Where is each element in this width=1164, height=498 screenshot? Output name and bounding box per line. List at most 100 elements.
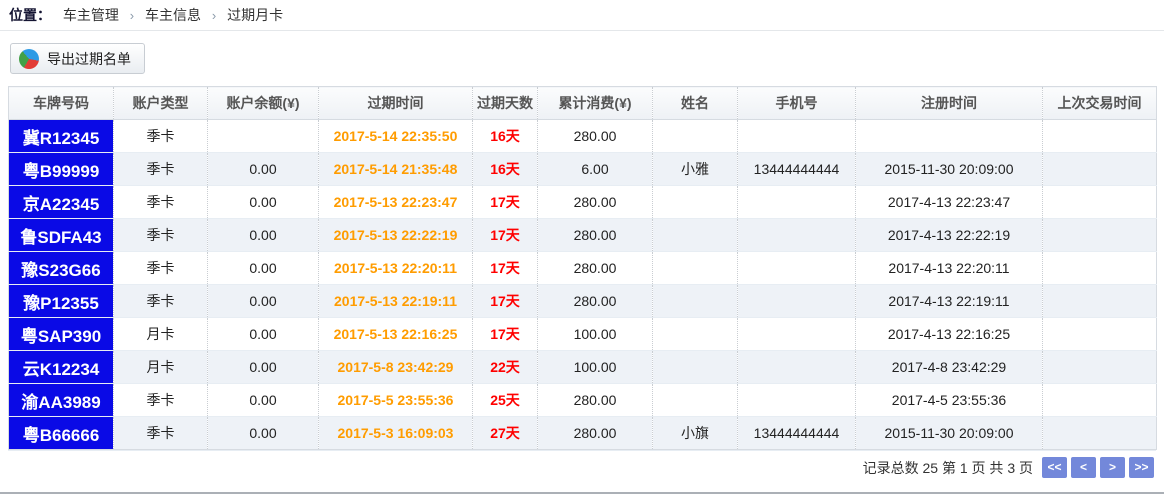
- breadcrumb-item-expired-monthly-card: 过期月卡: [227, 7, 283, 23]
- cell-expired_days: 17天: [473, 219, 538, 252]
- column-header-expired_days: 过期天数: [473, 87, 538, 120]
- cell-balance: 0.00: [208, 219, 319, 252]
- cell-balance: 0.00: [208, 351, 319, 384]
- cell-phone: [738, 252, 856, 285]
- toolbar: 导出过期名单: [0, 31, 1164, 86]
- cell-register_time: [856, 120, 1043, 153]
- cell-phone: [738, 186, 856, 219]
- cell-last_trade_time: [1043, 219, 1157, 252]
- column-header-register_time: 注册时间: [856, 87, 1043, 120]
- pagination-last-button[interactable]: >>: [1129, 457, 1154, 478]
- table-row: 粤B99999季卡0.002017-5-14 21:35:4816天6.00小雅…: [9, 153, 1157, 186]
- cell-register_time: 2017-4-13 22:20:11: [856, 252, 1043, 285]
- table-row: 渝AA3989季卡0.002017-5-5 23:55:3625天280.002…: [9, 384, 1157, 417]
- column-header-phone: 手机号: [738, 87, 856, 120]
- cell-total_spent: 280.00: [538, 252, 653, 285]
- cell-account_type: 季卡: [114, 153, 208, 186]
- cell-phone: [738, 120, 856, 153]
- cell-total_spent: 280.00: [538, 120, 653, 153]
- cell-phone: [738, 285, 856, 318]
- cell-name: 小旗: [653, 417, 738, 450]
- cell-balance: 0.00: [208, 318, 319, 351]
- column-header-account_type: 账户类型: [114, 87, 208, 120]
- cell-expire_time: 2017-5-13 22:23:47: [319, 186, 473, 219]
- cell-last_trade_time: [1043, 285, 1157, 318]
- cell-balance: 0.00: [208, 153, 319, 186]
- table-row: 京A22345季卡0.002017-5-13 22:23:4717天280.00…: [9, 186, 1157, 219]
- cell-register_time: 2017-4-8 23:42:29: [856, 351, 1043, 384]
- pie-chart-icon: [19, 49, 39, 69]
- table-row: 粤B66666季卡0.002017-5-3 16:09:0327天280.00小…: [9, 417, 1157, 450]
- cell-name: 小雅: [653, 153, 738, 186]
- breadcrumb-item-owner-info[interactable]: 车主信息: [145, 7, 201, 23]
- cell-plate[interactable]: 粤SAP390: [9, 318, 114, 351]
- cell-expire_time: 2017-5-13 22:16:25: [319, 318, 473, 351]
- cell-register_time: 2017-4-13 22:19:11: [856, 285, 1043, 318]
- cell-balance: [208, 120, 319, 153]
- chevron-right-icon: ›: [130, 8, 134, 23]
- cell-expire_time: 2017-5-14 22:35:50: [319, 120, 473, 153]
- page-bottom-divider: [0, 492, 1164, 494]
- cell-plate[interactable]: 冀R12345: [9, 120, 114, 153]
- cell-total_spent: 280.00: [538, 219, 653, 252]
- cell-name: [653, 219, 738, 252]
- table-row: 豫P12355季卡0.002017-5-13 22:19:1117天280.00…: [9, 285, 1157, 318]
- breadcrumb: 位置： 车主管理 › 车主信息 › 过期月卡: [0, 0, 1164, 31]
- cell-plate[interactable]: 渝AA3989: [9, 384, 114, 417]
- column-header-expire_time: 过期时间: [319, 87, 473, 120]
- cell-total_spent: 280.00: [538, 285, 653, 318]
- cell-plate[interactable]: 粤B99999: [9, 153, 114, 186]
- cell-expired_days: 16天: [473, 120, 538, 153]
- cell-expire_time: 2017-5-14 21:35:48: [319, 153, 473, 186]
- cell-account_type: 季卡: [114, 384, 208, 417]
- pagination-next-button[interactable]: >: [1100, 457, 1125, 478]
- cell-last_trade_time: [1043, 384, 1157, 417]
- cell-last_trade_time: [1043, 318, 1157, 351]
- cell-expired_days: 22天: [473, 351, 538, 384]
- column-header-total_spent: 累计消费(¥): [538, 87, 653, 120]
- breadcrumb-item-owner-management[interactable]: 车主管理: [63, 7, 119, 23]
- cell-plate[interactable]: 粤B66666: [9, 417, 114, 450]
- cell-balance: 0.00: [208, 417, 319, 450]
- cell-phone: 13444444444: [738, 417, 856, 450]
- pagination-summary: 记录总数 25 第 1 页 共 3 页: [863, 458, 1033, 478]
- cell-plate[interactable]: 京A22345: [9, 186, 114, 219]
- cell-expired_days: 17天: [473, 318, 538, 351]
- expired-cards-table: 车牌号码账户类型账户余额(¥)过期时间过期天数累计消费(¥)姓名手机号注册时间上…: [8, 86, 1156, 484]
- cell-total_spent: 280.00: [538, 384, 653, 417]
- pagination-bar: 记录总数 25 第 1 页 共 3 页 << < > >>: [8, 450, 1156, 484]
- column-header-last_trade_time: 上次交易时间: [1043, 87, 1157, 120]
- cell-total_spent: 100.00: [538, 318, 653, 351]
- column-header-name: 姓名: [653, 87, 738, 120]
- cell-total_spent: 280.00: [538, 417, 653, 450]
- cell-expire_time: 2017-5-13 22:22:19: [319, 219, 473, 252]
- cell-balance: 0.00: [208, 252, 319, 285]
- export-expired-list-button[interactable]: 导出过期名单: [10, 43, 145, 74]
- cell-balance: 0.00: [208, 186, 319, 219]
- table-row: 粤SAP390月卡0.002017-5-13 22:16:2517天100.00…: [9, 318, 1157, 351]
- cell-phone: [738, 384, 856, 417]
- cell-account_type: 季卡: [114, 252, 208, 285]
- pagination-prev-button[interactable]: <: [1071, 457, 1096, 478]
- cell-account_type: 季卡: [114, 285, 208, 318]
- cell-total_spent: 280.00: [538, 186, 653, 219]
- cell-expire_time: 2017-5-5 23:55:36: [319, 384, 473, 417]
- cell-plate[interactable]: 豫S23G66: [9, 252, 114, 285]
- cell-last_trade_time: [1043, 120, 1157, 153]
- cell-name: [653, 285, 738, 318]
- cell-last_trade_time: [1043, 252, 1157, 285]
- pagination-first-button[interactable]: <<: [1042, 457, 1067, 478]
- cell-balance: 0.00: [208, 285, 319, 318]
- cell-account_type: 季卡: [114, 186, 208, 219]
- cell-phone: [738, 219, 856, 252]
- cell-register_time: 2015-11-30 20:09:00: [856, 417, 1043, 450]
- table-row: 豫S23G66季卡0.002017-5-13 22:20:1117天280.00…: [9, 252, 1157, 285]
- cell-account_type: 季卡: [114, 417, 208, 450]
- cell-plate[interactable]: 豫P12355: [9, 285, 114, 318]
- cell-plate[interactable]: 云K12234: [9, 351, 114, 384]
- cell-plate[interactable]: 鲁SDFA43: [9, 219, 114, 252]
- table-row: 鲁SDFA43季卡0.002017-5-13 22:22:1917天280.00…: [9, 219, 1157, 252]
- cell-phone: 13444444444: [738, 153, 856, 186]
- cell-expired_days: 27天: [473, 417, 538, 450]
- cell-expired_days: 17天: [473, 285, 538, 318]
